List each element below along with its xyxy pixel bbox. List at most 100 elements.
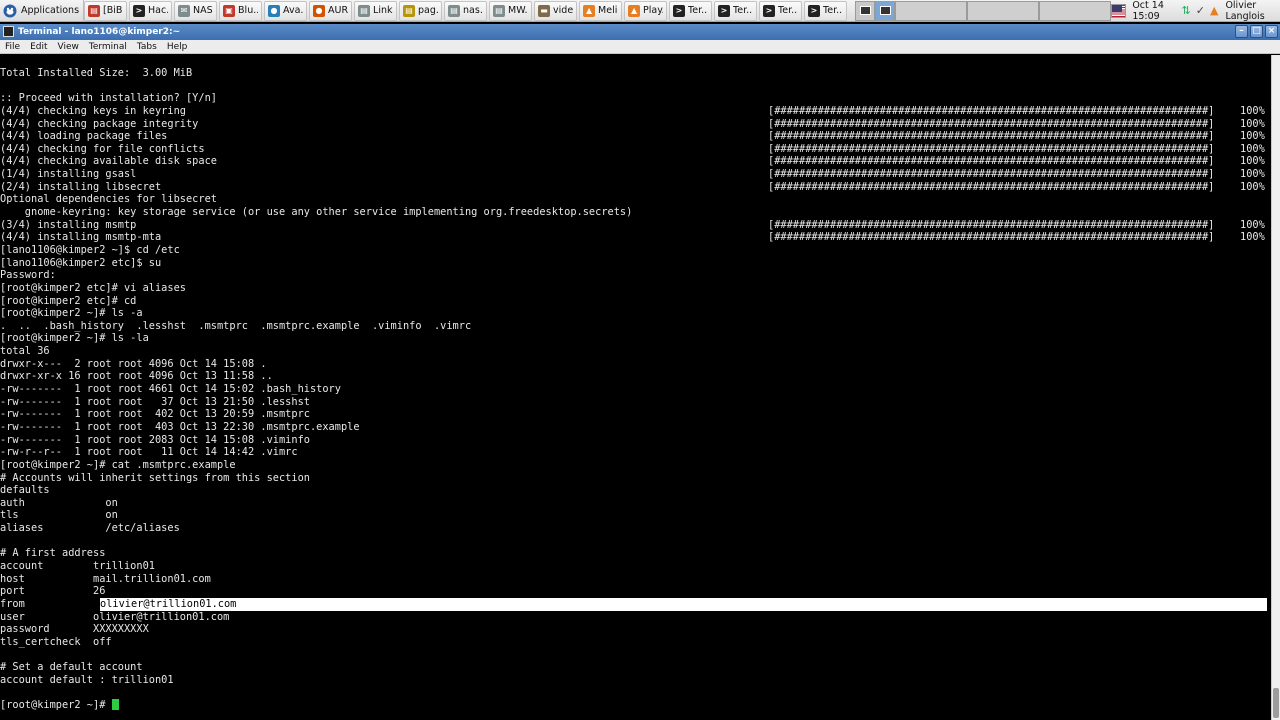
terminal-line: tls on xyxy=(0,509,1271,522)
terminal-line: (4/4) checking for file conflicts [######… xyxy=(0,143,1271,156)
window-titlebar[interactable]: Terminal - lano1106@kimper2:~ – □ × xyxy=(0,24,1280,40)
terminal-line: (1/4) installing gsasl [#################… xyxy=(0,168,1271,181)
taskbar-button[interactable]: ▤pag... xyxy=(399,0,443,21)
taskbar-button-label: Ter... xyxy=(823,5,844,16)
terminal-line-text: (4/4) installing msmtp-mta xyxy=(0,231,162,244)
applications-menu[interactable]: Applications xyxy=(0,0,85,22)
terminal-line-text: -rw------- 1 root root 37 Oct 13 21:50 .… xyxy=(0,395,310,408)
window-title: Terminal - lano1106@kimper2:~ xyxy=(18,27,181,37)
terminal-line: (4/4) checking keys in keyring [#########… xyxy=(0,105,1271,118)
taskbar-button[interactable]: ▬vide... xyxy=(534,0,578,21)
update-notifier-icon[interactable]: ✓ xyxy=(1196,4,1205,17)
taskbar-button-label: Link... xyxy=(373,5,393,16)
progress-bar-text: [#######################################… xyxy=(768,168,1215,181)
workspace-2[interactable] xyxy=(875,0,896,21)
terminal-line-text: Password: xyxy=(0,269,56,282)
menu-bar: File Edit View Terminal Tabs Help xyxy=(0,40,1280,54)
taskbar-button[interactable]: > Ter... xyxy=(669,0,713,21)
document-icon: ▤ xyxy=(358,4,371,17)
document-icon: ▤ xyxy=(403,4,416,17)
taskbar-button-label: Play... xyxy=(643,5,663,16)
taskbar-button[interactable]: ●AUR... xyxy=(309,0,353,21)
terminal-line-text: account default : trillion01 xyxy=(0,673,174,686)
terminal-line: -rw------- 1 root root 37 Oct 13 21:50 .… xyxy=(0,396,1271,409)
taskbar-button-label: Meli... xyxy=(598,5,618,16)
taskbar-button[interactable]: ▤nas... xyxy=(444,0,488,21)
terminal-line: tls_certcheck off xyxy=(0,636,1271,649)
terminal-line: # Set a default account xyxy=(0,661,1271,674)
text-selection[interactable]: olivier@trillion01.com xyxy=(100,597,1267,611)
vlc-tray-icon[interactable]: ▲ xyxy=(1210,4,1218,17)
progress-bar-text: [#######################################… xyxy=(768,104,1215,117)
maximize-button[interactable]: □ xyxy=(1250,25,1263,38)
minimize-button[interactable]: – xyxy=(1235,25,1248,38)
scrollbar-thumb[interactable] xyxy=(1273,688,1279,718)
progress-percent: 100% xyxy=(1240,117,1265,130)
workspace-1[interactable] xyxy=(855,0,876,21)
terminal-line: host mail.trillion01.com xyxy=(0,573,1271,586)
terminal-line-text: user olivier@trillion01.com xyxy=(0,610,230,623)
menu-file[interactable]: File xyxy=(0,42,25,52)
taskbar-button[interactable]: > Ter... xyxy=(804,0,848,21)
taskbar-button[interactable]: ●Ava... xyxy=(264,0,308,21)
menu-tabs[interactable]: Tabs xyxy=(132,42,162,52)
progress-percent: 100% xyxy=(1240,155,1265,168)
applications-menu-label: Applications xyxy=(21,5,80,16)
terminal-line-text: [root@kimper2 etc]# vi aliases xyxy=(0,281,186,294)
window-mini-icon xyxy=(879,6,891,15)
menu-terminal[interactable]: Terminal xyxy=(84,42,132,52)
taskbar-button[interactable]: ▲Play... xyxy=(624,0,668,21)
terminal-line-text: [root@kimper2 ~]# ls -a xyxy=(0,307,143,320)
taskbar-button-label: AUR... xyxy=(328,5,348,16)
taskbar-button-label: NAS... xyxy=(193,5,213,16)
taskbar-button[interactable]: ✉NAS... xyxy=(174,0,218,21)
terminal-line: drwxr-xr-x 16 root root 4096 Oct 13 11:5… xyxy=(0,370,1271,383)
keyboard-layout-flag-icon[interactable] xyxy=(1111,3,1127,18)
terminal-output: Total Installed Size: 3.00 MiB:: Proceed… xyxy=(0,67,1271,712)
terminal-line: [lano1106@kimper2 ~]$ cd /etc xyxy=(0,244,1271,257)
terminal-line: [root@kimper2 etc]# vi aliases xyxy=(0,282,1271,295)
terminal-line: [root@kimper2 ~]# cat .msmtprc.example xyxy=(0,459,1271,472)
terminal-line: -rw------- 1 root root 403 Oct 13 22:30 … xyxy=(0,421,1271,434)
terminal-line-text: # Set a default account xyxy=(0,661,143,674)
terminal-icon: > xyxy=(808,4,821,17)
taskbar-button[interactable]: ▤MW... xyxy=(489,0,533,21)
document-icon: ▤ xyxy=(88,4,101,17)
workspace-5[interactable] xyxy=(1039,0,1112,21)
terminal-icon: > xyxy=(763,4,776,17)
progress-percent: 100% xyxy=(1240,130,1265,143)
terminal-line: -rw------- 1 root root 402 Oct 13 20:59 … xyxy=(0,408,1271,421)
progress-bar-text: [#######################################… xyxy=(768,117,1215,130)
vlc-icon: ▲ xyxy=(628,4,641,17)
workspace-4[interactable] xyxy=(967,0,1040,21)
taskbar-button[interactable]: ▲Meli... xyxy=(579,0,623,21)
menu-edit[interactable]: Edit xyxy=(25,42,52,52)
terminal-line: -rw------- 1 root root 4661 Oct 14 15:02… xyxy=(0,383,1271,396)
workspace-3[interactable] xyxy=(895,0,968,21)
taskbar-button[interactable]: >Hac... xyxy=(129,0,173,21)
taskbar-button[interactable]: ▣Blu... xyxy=(219,0,263,21)
taskbar-button[interactable]: ▤Link... xyxy=(354,0,398,21)
menu-help[interactable]: Help xyxy=(162,42,193,52)
terminal-line: drwxr-x--- 2 root root 4096 Oct 14 15:08… xyxy=(0,358,1271,371)
progress-percent: 100% xyxy=(1240,180,1265,193)
terminal-line: from olivier@trillion01.com xyxy=(0,597,1271,611)
terminal-line: (2/4) installing libsecret [#############… xyxy=(0,181,1271,194)
taskbar-button[interactable]: > Ter... xyxy=(759,0,803,21)
taskbar-button[interactable]: > Ter... xyxy=(714,0,758,21)
terminal-screen[interactable]: Total Installed Size: 3.00 MiB:: Proceed… xyxy=(0,55,1271,720)
document-icon: ▤ xyxy=(448,4,461,17)
progress-percent: 100% xyxy=(1240,168,1265,181)
system-tray: Oct 14 15:09 ⇅ ✓ ▲ Olivier Langlois xyxy=(1111,0,1280,22)
taskbar-button[interactable]: ▤[BiB... xyxy=(84,0,128,21)
network-icon[interactable]: ⇅ xyxy=(1182,4,1191,17)
terminal-icon xyxy=(3,26,14,37)
close-button[interactable]: × xyxy=(1265,25,1278,38)
terminal-scrollbar[interactable] xyxy=(1271,55,1280,720)
menu-view[interactable]: View xyxy=(53,42,84,52)
terminal-line-text: . .. .bash_history .lesshst .msmtprc .ms… xyxy=(0,319,472,332)
user-name[interactable]: Olivier Langlois xyxy=(1225,0,1274,22)
clock[interactable]: Oct 14 15:09 xyxy=(1132,0,1173,22)
terminal-line-text: (4/4) checking package integrity xyxy=(0,117,199,130)
